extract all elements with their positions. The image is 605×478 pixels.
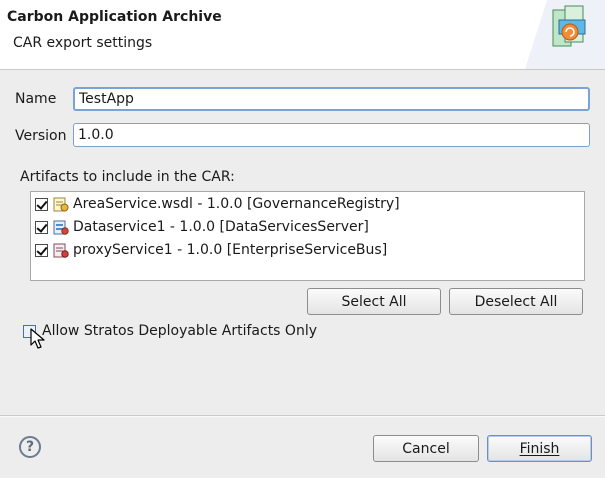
artifact-checkbox[interactable] [35, 220, 48, 234]
version-label: Version [15, 128, 67, 144]
artifact-label: AreaService.wsdl - 1.0.0 [GovernanceRegi… [73, 196, 400, 212]
stratos-only-label: Allow Stratos Deployable Artifacts Only [42, 323, 317, 339]
wizard-subtitle: CAR export settings [13, 35, 153, 51]
artifact-checkbox[interactable] [35, 243, 48, 257]
registry-resource-icon [53, 197, 69, 212]
name-label: Name [15, 91, 57, 107]
artifact-checkbox[interactable] [35, 197, 48, 211]
finish-button[interactable]: Finish [487, 435, 592, 462]
artifacts-heading: Artifacts to include in the CAR: [20, 169, 235, 185]
finish-button-label: Finish [519, 440, 560, 457]
cancel-button[interactable]: Cancel [373, 435, 479, 462]
list-item[interactable]: Dataservice1 - 1.0.0 [DataServicesServer… [35, 216, 369, 238]
wizard-banner: Carbon Application Archive CAR export se… [0, 0, 605, 70]
proxy-service-icon [53, 243, 69, 258]
select-all-button[interactable]: Select All [307, 288, 441, 315]
help-icon[interactable]: ? [19, 436, 41, 458]
version-input[interactable] [73, 123, 590, 147]
list-item[interactable]: AreaService.wsdl - 1.0.0 [GovernanceRegi… [35, 193, 400, 215]
name-input[interactable] [73, 87, 590, 111]
wizard-title: Carbon Application Archive [7, 9, 222, 25]
artifact-label: proxyService1 - 1.0.0 [EnterpriseService… [73, 242, 388, 258]
artifact-label: Dataservice1 - 1.0.0 [DataServicesServer… [73, 219, 369, 235]
artifact-list[interactable]: AreaService.wsdl - 1.0.0 [GovernanceRegi… [30, 191, 585, 281]
footer-separator [0, 415, 605, 417]
carbon-archive-wizard-icon [525, 0, 605, 69]
deselect-all-button[interactable]: Deselect All [449, 288, 583, 315]
data-service-icon [53, 220, 69, 235]
list-item[interactable]: proxyService1 - 1.0.0 [EnterpriseService… [35, 239, 387, 261]
mouse-pointer-icon [30, 328, 45, 349]
